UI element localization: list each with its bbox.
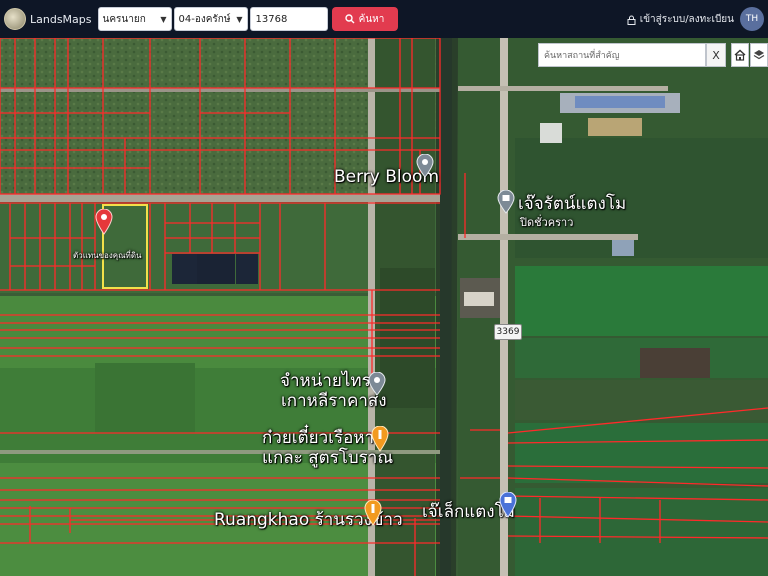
- district-value: 04-องครักษ์: [178, 13, 231, 25]
- satellite-map[interactable]: Berry Bloom เจ๊จรัตน์แตงโม ปิดชั่วคราว จ…: [0, 38, 768, 576]
- map-canvas: [0, 38, 768, 576]
- place-label-jaroen-status: ปิดชั่วคราว: [520, 216, 574, 229]
- place-label-tiles-line1[interactable]: จำหน่ายไทร: [280, 372, 371, 391]
- search-button-label: ค้นหา: [358, 13, 385, 25]
- brand-name: LandsMaps: [30, 12, 92, 26]
- place-label-noodle-line1[interactable]: ก๋วยเตี๋ยวเรือหาย: [262, 429, 384, 448]
- province-select[interactable]: นครนายก ▼: [97, 7, 172, 31]
- avatar[interactable]: TH: [740, 7, 764, 31]
- place-search-input[interactable]: ค้นหาสถานที่สำคัญ: [538, 43, 706, 67]
- layers-button[interactable]: [750, 43, 768, 67]
- search-button[interactable]: ค้นหา: [331, 7, 398, 31]
- selected-parcel-label: ตัวแทนของคุณที่ดิน: [73, 251, 142, 260]
- logo[interactable]: [4, 8, 26, 30]
- layers-icon: [753, 50, 765, 60]
- place-label-jaroen[interactable]: เจ๊จรัตน์แตงโม: [518, 195, 626, 214]
- lock-icon: [627, 15, 636, 25]
- home-icon: [734, 49, 746, 61]
- district-select[interactable]: 04-องครักษ์ ▼: [173, 7, 248, 31]
- home-button[interactable]: [731, 43, 749, 67]
- parcel-number-input[interactable]: 13768: [249, 7, 328, 31]
- top-bar: LandsMaps นครนายก ▼ 04-องครักษ์ ▼ 13768 …: [0, 0, 768, 38]
- search-icon: [344, 14, 355, 24]
- province-value: นครนายก: [102, 13, 146, 25]
- clear-search-button[interactable]: X: [706, 43, 726, 67]
- login-link[interactable]: เข้าสู่ระบบ/ลงทะเบียน: [627, 12, 734, 27]
- login-label: เข้าสู่ระบบ/ลงทะเบียน: [639, 14, 734, 25]
- route-shield: 3369: [494, 324, 522, 340]
- chevron-down-icon: ▼: [160, 14, 167, 24]
- chevron-down-icon: ▼: [236, 14, 243, 24]
